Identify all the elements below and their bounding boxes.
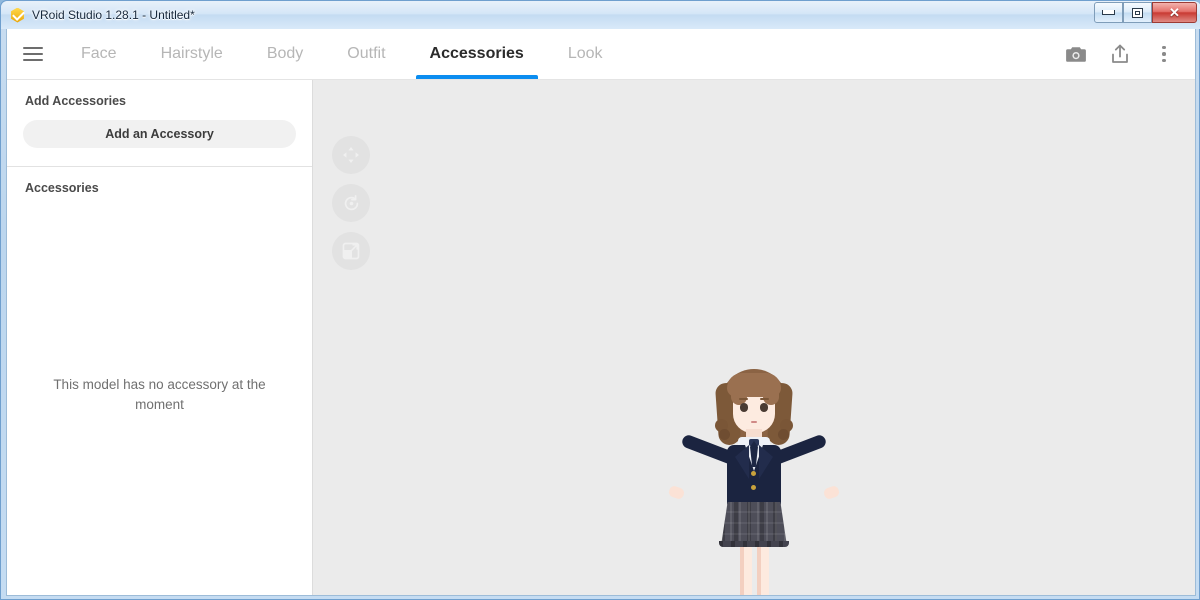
tab-look[interactable]: Look [546, 29, 625, 79]
window-title: VRoid Studio 1.28.1 - Untitled* [32, 8, 195, 22]
move-tool-button[interactable] [332, 136, 370, 174]
minimize-button[interactable] [1094, 2, 1123, 23]
rotate-tool-button[interactable] [332, 184, 370, 222]
main-content: Add Accessories Add an Accessory Accesso… [7, 80, 1195, 596]
leg-left-shading [740, 543, 744, 596]
more-options-icon [1162, 46, 1166, 63]
scale-tool-icon [342, 242, 360, 260]
skirt-hem [719, 541, 789, 547]
tab-accessories[interactable]: Accessories [408, 29, 546, 79]
maximize-button[interactable] [1123, 2, 1152, 23]
window-controls: ✕ [1094, 2, 1197, 23]
hand-left [668, 485, 686, 500]
application-client-area: Face Hairstyle Body Outfit Accessories L… [6, 29, 1196, 596]
accessories-list-panel: Accessories [7, 167, 312, 195]
tab-outfit[interactable]: Outfit [325, 29, 407, 79]
app-icon [10, 8, 25, 23]
scale-tool-button[interactable] [332, 232, 370, 270]
blazer-button-1 [751, 471, 756, 476]
tab-hairstyle[interactable]: Hairstyle [139, 29, 245, 79]
close-icon: ✕ [1169, 6, 1180, 19]
eyebrow-left [739, 398, 748, 400]
character-model[interactable] [639, 367, 869, 596]
tab-look-label: Look [568, 45, 603, 63]
viewport-tool-group [332, 136, 370, 270]
rotate-tool-icon [342, 194, 361, 213]
mouth [751, 421, 757, 423]
more-options-button[interactable] [1145, 35, 1183, 73]
close-button[interactable]: ✕ [1152, 2, 1197, 23]
tab-body[interactable]: Body [245, 29, 325, 79]
accessories-sidebar: Add Accessories Add an Accessory Accesso… [7, 80, 313, 596]
tab-hairstyle-label: Hairstyle [161, 45, 223, 63]
add-an-accessory-button[interactable]: Add an Accessory [23, 120, 296, 148]
window-frame: VRoid Studio 1.28.1 - Untitled* ✕ Face H… [0, 0, 1200, 600]
camera-icon [1065, 45, 1087, 64]
3d-viewport[interactable] [313, 80, 1195, 596]
add-accessories-panel: Add Accessories Add an Accessory [7, 80, 312, 164]
accessories-heading: Accessories [25, 181, 296, 195]
move-tool-icon [342, 146, 360, 164]
camera-button[interactable] [1057, 35, 1095, 73]
title-bar: VRoid Studio 1.28.1 - Untitled* ✕ [1, 1, 1200, 29]
tab-outfit-label: Outfit [347, 45, 385, 63]
eyebrow-right [760, 398, 769, 400]
export-button[interactable] [1101, 35, 1139, 73]
hair-curl-2 [719, 429, 730, 440]
hand-right [823, 485, 841, 500]
add-accessories-heading: Add Accessories [25, 94, 296, 108]
accessories-empty-state: This model has no accessory at the momen… [7, 375, 312, 415]
export-icon [1110, 44, 1130, 65]
tab-face[interactable]: Face [59, 29, 139, 79]
tab-face-label: Face [81, 45, 117, 63]
leg-right-shading [757, 543, 761, 596]
hamburger-menu-icon[interactable] [7, 29, 59, 79]
eye-right [760, 403, 768, 412]
eye-left [740, 403, 748, 412]
nav-action-group [1057, 29, 1183, 79]
tab-body-label: Body [267, 45, 303, 63]
tab-accessories-label: Accessories [430, 45, 524, 63]
minimize-icon [1102, 10, 1115, 15]
plaid-skirt [721, 502, 787, 546]
blazer-button-2 [751, 485, 756, 490]
restore-icon [1132, 8, 1143, 18]
top-navigation-bar: Face Hairstyle Body Outfit Accessories L… [7, 29, 1195, 80]
hair-curl-4 [778, 429, 789, 440]
